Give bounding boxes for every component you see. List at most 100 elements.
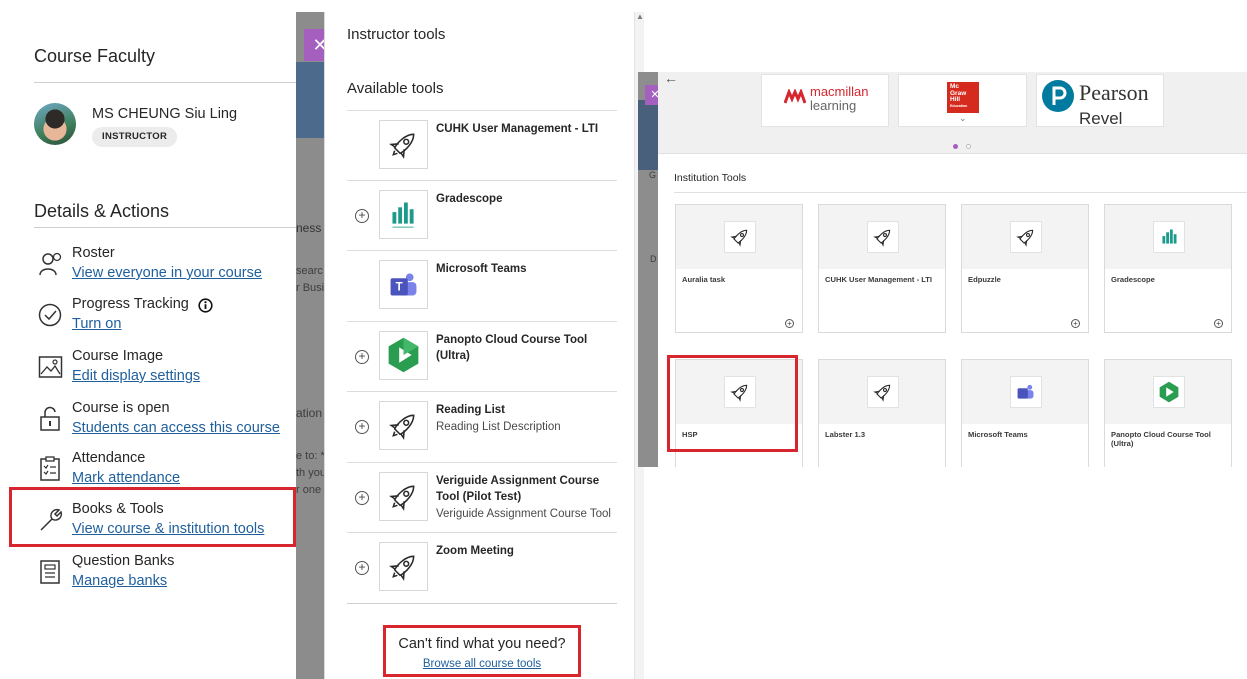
tool-card[interactable]: Gradescope + xyxy=(1104,204,1232,333)
rocket-icon xyxy=(389,485,415,511)
tool-card[interactable]: HSP xyxy=(675,359,803,467)
institution-tools-title: Institution Tools xyxy=(674,172,747,184)
tool-description: Reading List Description xyxy=(436,421,561,433)
institution-tools-panel: macmillan learning Mc Graw Hill Educatio… xyxy=(658,72,1247,467)
background-text: ation xyxy=(296,406,323,420)
card-header xyxy=(676,205,802,269)
students-access-link[interactable]: Students can access this course xyxy=(72,420,280,436)
mark-attendance-link[interactable]: Mark attendance xyxy=(72,470,180,486)
avatar[interactable] xyxy=(34,103,76,145)
mcgraw-hill-badge: Mc Graw Hill Education xyxy=(947,82,979,113)
add-icon[interactable]: + xyxy=(355,491,369,505)
card-title: CUHK User Management - LTI xyxy=(825,275,933,284)
tool-thumbnail xyxy=(379,190,428,239)
macmillan-icon xyxy=(784,89,806,104)
faculty-name[interactable]: MS CHEUNG Siu Ling xyxy=(92,106,237,122)
info-icon[interactable] xyxy=(198,298,213,313)
add-icon[interactable]: + xyxy=(785,319,794,328)
tool-card[interactable]: Auralia task + xyxy=(675,204,803,333)
back-arrow-icon[interactable]: ← xyxy=(664,70,678,86)
action-title: Question Banks xyxy=(72,553,175,569)
manage-banks-link[interactable]: Manage banks xyxy=(72,573,167,589)
card-title: Microsoft Teams xyxy=(968,430,1028,439)
tool-row[interactable]: + Gradescope xyxy=(347,180,617,251)
unlock-icon xyxy=(40,406,60,431)
card-title: Auralia task xyxy=(682,275,726,284)
card-icon-box xyxy=(724,376,756,408)
rocket-icon xyxy=(389,555,415,581)
background-banner xyxy=(638,100,658,170)
chevron-down-icon[interactable]: ⌄ xyxy=(959,113,967,124)
tool-row[interactable]: CUHK User Management - LTI xyxy=(347,110,617,181)
learning-text: learning xyxy=(810,98,857,113)
card-header xyxy=(819,205,945,269)
action-course-image: Course Image Edit display settings xyxy=(38,348,296,394)
tool-card[interactable]: Panopto Cloud Course Tool (Ultra) xyxy=(1104,359,1232,467)
card-icon-box xyxy=(1010,221,1042,253)
tool-thumbnail xyxy=(379,331,428,380)
question-bank-icon xyxy=(40,560,60,584)
card-title: Panopto Cloud Course Tool (Ultra) xyxy=(1111,430,1211,448)
tool-card[interactable]: Labster 1.3 xyxy=(818,359,946,467)
tool-row[interactable]: + Panopto Cloud Course Tool (Ultra) xyxy=(347,321,617,392)
tool-thumbnail xyxy=(379,401,428,450)
tool-row[interactable]: + Veriguide Assignment Course Tool (Pilo… xyxy=(347,462,617,533)
tool-card[interactable]: Edpuzzle + xyxy=(961,204,1089,333)
wrench-icon xyxy=(40,508,63,531)
svg-text:T: T xyxy=(396,282,403,294)
action-attendance: Attendance Mark attendance xyxy=(38,450,296,496)
card-header xyxy=(962,205,1088,269)
carousel-dot-active[interactable] xyxy=(953,144,958,149)
macmillan-learning-logo[interactable]: macmillan learning xyxy=(761,74,889,127)
add-icon[interactable]: + xyxy=(1071,319,1080,328)
rocket-icon xyxy=(1016,229,1034,247)
turn-on-link[interactable]: Turn on xyxy=(72,316,121,332)
mcgraw-hill-logo[interactable]: Mc Graw Hill Education ⌄ xyxy=(898,74,1027,127)
add-icon[interactable]: + xyxy=(355,350,369,364)
action-title: Roster xyxy=(72,245,115,261)
cant-find-box: Can't find what you need? Browse all cou… xyxy=(383,625,581,677)
action-title: Course is open xyxy=(72,400,170,416)
view-roster-link[interactable]: View everyone in your course xyxy=(72,265,262,281)
add-icon[interactable]: + xyxy=(355,561,369,575)
background-text: searc xyxy=(296,265,323,277)
background-text: D xyxy=(650,254,657,264)
tool-name: CUHK User Management - LTI xyxy=(436,123,599,135)
tool-name: Zoom Meeting xyxy=(436,545,514,557)
card-title: Gradescope xyxy=(1111,275,1155,284)
browse-all-tools-link[interactable]: Browse all course tools xyxy=(423,658,541,670)
scroll-up-icon[interactable]: ▲ xyxy=(636,12,644,21)
tool-name: Reading List xyxy=(436,404,506,416)
tool-row[interactable]: T Microsoft Teams xyxy=(347,250,617,321)
add-icon[interactable]: + xyxy=(355,209,369,223)
view-tools-link[interactable]: View course & institution tools xyxy=(72,521,264,537)
tool-name: Gradescope xyxy=(436,193,503,205)
carousel-pagination xyxy=(953,136,975,154)
add-icon[interactable]: + xyxy=(355,420,369,434)
action-title: Course Image xyxy=(72,348,164,364)
dimmed-background xyxy=(638,72,658,467)
publisher-carousel: macmillan learning Mc Graw Hill Educatio… xyxy=(658,72,1247,154)
divider xyxy=(34,82,296,83)
add-icon[interactable]: + xyxy=(1214,319,1223,328)
card-header xyxy=(676,360,802,424)
tool-thumbnail: T xyxy=(379,260,428,309)
course-faculty-panel: Course Faculty MS CHEUNG Siu Ling INSTRU… xyxy=(0,0,296,679)
tool-row[interactable]: + Reading List Reading List Description xyxy=(347,391,617,462)
gradescope-icon xyxy=(1162,229,1177,244)
tool-row[interactable]: + Zoom Meeting xyxy=(347,532,617,603)
details-actions-title: Details & Actions xyxy=(34,201,170,221)
pearson-revel-logo[interactable]: Pearson Revel xyxy=(1036,74,1164,127)
card-icon-box xyxy=(867,376,899,408)
rocket-icon xyxy=(389,133,415,159)
tool-name: Veriguide Assignment Course Tool (Pilot … xyxy=(436,475,600,503)
card-icon-box xyxy=(1153,221,1185,253)
tool-card[interactable]: Microsoft Teams xyxy=(961,359,1089,467)
available-tools-heading: Available tools xyxy=(347,80,444,97)
card-header xyxy=(962,360,1088,424)
edit-display-settings-link[interactable]: Edit display settings xyxy=(72,368,200,384)
tool-card[interactable]: CUHK User Management - LTI xyxy=(818,204,946,333)
carousel-dot[interactable] xyxy=(966,144,972,149)
tool-name: Microsoft Teams xyxy=(436,263,527,275)
action-books-tools: Books & Tools View course & institution … xyxy=(38,501,296,547)
